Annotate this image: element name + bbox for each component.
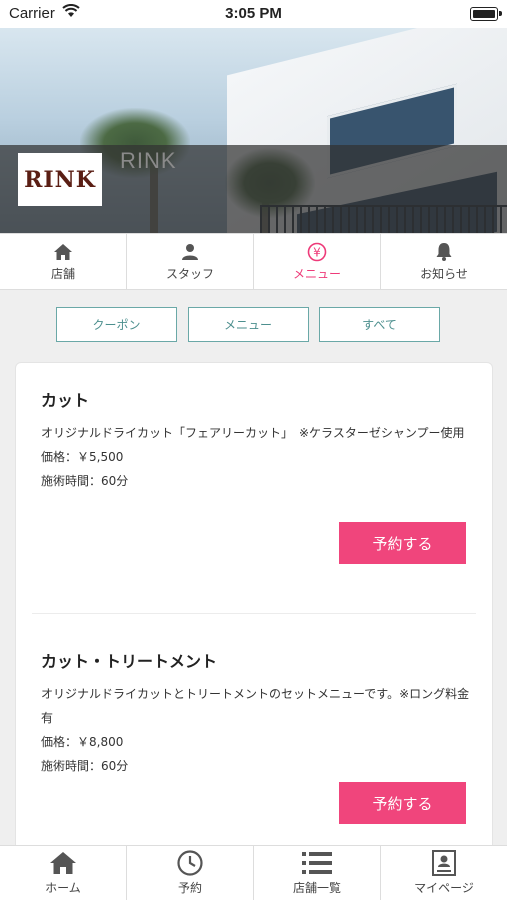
filter-all-button[interactable]: すべて: [319, 307, 440, 342]
svg-text:¥: ¥: [313, 245, 321, 259]
top-tab-bar: 店舗 スタッフ ¥ メニュー お知らせ: [0, 233, 507, 290]
filter-menu-button[interactable]: メニュー: [187, 307, 309, 342]
bottom-nav: ホーム 予約 店舗一覧 マイページ: [0, 845, 507, 900]
tab-label: 店舗: [50, 266, 75, 281]
tab-label: メニュー: [292, 266, 341, 281]
menu-item-description: オリジナルドライカット「フェアリーカット」 ※ケラスターゼシャンプー使用: [41, 426, 465, 440]
filter-coupon-button[interactable]: クーポン: [56, 307, 177, 342]
person-icon: [181, 242, 199, 262]
book-button[interactable]: 予約する: [339, 782, 466, 824]
book-button[interactable]: 予約する: [339, 522, 466, 564]
menu-item-duration: 施術時間：60分: [41, 759, 129, 773]
shop-name: RINK: [120, 148, 177, 173]
nav-label: 予約: [177, 881, 202, 895]
hero-banner: RINK RINK: [0, 28, 507, 233]
tab-shop[interactable]: 店舗: [0, 234, 127, 289]
tab-staff[interactable]: スタッフ: [127, 234, 254, 289]
profile-card-icon: [432, 849, 456, 877]
tab-label: お知らせ: [420, 266, 468, 281]
home-icon: [49, 849, 77, 877]
menu-item-description: オリジナルドライカットとトリートメントのセットメニューです。※ロング料金有: [41, 687, 470, 725]
divider: [32, 613, 476, 614]
shop-logo: RINK: [18, 153, 102, 206]
home-icon: [53, 242, 73, 262]
menu-item-price: 価格：￥5,500: [41, 450, 124, 464]
filter-bar: クーポン メニュー すべて: [56, 307, 440, 342]
menu-item-title: カット・トリートメント: [41, 652, 218, 671]
menu-card: カット オリジナルドライカット「フェアリーカット」 ※ケラスターゼシャンプー使用…: [15, 362, 493, 862]
nav-home[interactable]: ホーム: [0, 846, 127, 900]
menu-item: カット・トリートメント オリジナルドライカットとトリートメントのセットメニューで…: [41, 648, 471, 778]
tab-menu[interactable]: ¥ メニュー: [254, 234, 381, 289]
status-bar: Carrier 3:05 PM: [0, 0, 507, 28]
nav-shop-list[interactable]: 店舗一覧: [254, 846, 381, 900]
clock-time: 3:05 PM: [225, 5, 282, 22]
clock-icon: [177, 849, 203, 877]
nav-label: マイページ: [414, 881, 474, 895]
tab-label: スタッフ: [165, 266, 214, 281]
nav-label: 店舗一覧: [292, 881, 341, 895]
menu-item-title: カット: [41, 391, 90, 410]
list-icon: [302, 849, 332, 877]
battery-icon: [470, 7, 502, 21]
nav-reservation[interactable]: 予約: [127, 846, 254, 900]
nav-mypage[interactable]: マイページ: [381, 846, 507, 900]
menu-item-duration: 施術時間：60分: [41, 474, 129, 488]
menu-item-price: 価格：￥8,800: [41, 735, 124, 749]
tab-news[interactable]: お知らせ: [381, 234, 507, 289]
nav-label: ホーム: [45, 881, 81, 895]
yen-icon: ¥: [307, 242, 327, 262]
menu-item: カット オリジナルドライカット「フェアリーカット」 ※ケラスターゼシャンプー使用…: [41, 387, 471, 493]
bell-icon: [435, 242, 453, 262]
